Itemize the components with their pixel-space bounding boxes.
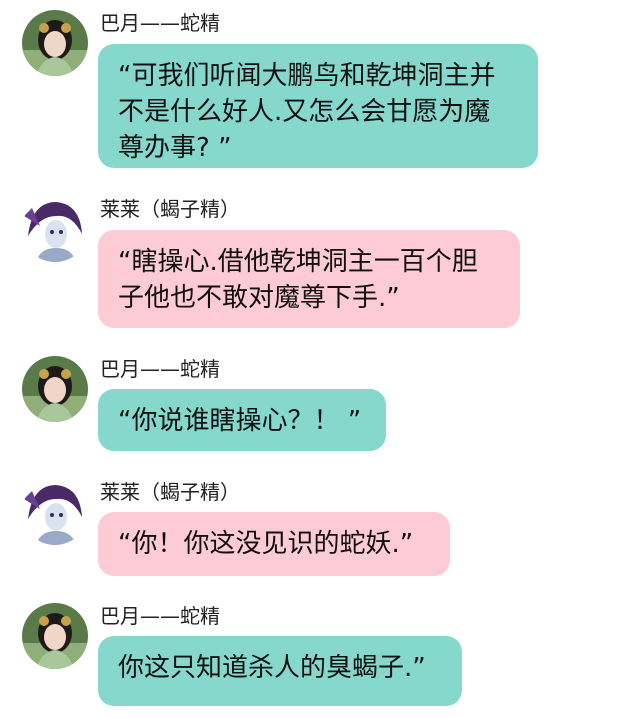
message-line: 不是什么好人.又怎么会甘愿为魔 bbox=[118, 97, 491, 127]
message-line: “可我们听闻大鹏鸟和乾坤洞主并 bbox=[118, 61, 496, 91]
message-line: “你说谁瞎操心？！ ” bbox=[118, 406, 362, 436]
female-character-avatar-icon[interactable] bbox=[22, 603, 88, 669]
message-bubble[interactable]: “可我们听闻大鹏鸟和乾坤洞主并 不是什么好人.又怎么会甘愿为魔 尊办事? ” bbox=[98, 44, 538, 168]
sender-name: 莱莱（蝎子精） bbox=[100, 197, 240, 221]
message-line: “你！你这没见识的蛇妖.” bbox=[118, 529, 414, 559]
message-line: 你这只知道杀人的臭蝎子.” bbox=[118, 653, 426, 683]
sender-name: 巴月——蛇精 bbox=[100, 604, 220, 628]
message-bubble[interactable]: “你！你这没见识的蛇妖.” bbox=[98, 512, 450, 576]
message-line: “瞎操心.借他乾坤洞主一百个胆 bbox=[118, 247, 478, 277]
sender-name: 巴月——蛇精 bbox=[100, 357, 220, 381]
female-character-avatar-icon[interactable] bbox=[22, 10, 88, 76]
purple-hair-character-avatar-icon[interactable] bbox=[22, 196, 88, 262]
purple-hair-character-avatar-icon[interactable] bbox=[22, 479, 88, 545]
message-bubble[interactable]: “瞎操心.借他乾坤洞主一百个胆 子他也不敢对魔尊下手.” bbox=[98, 230, 520, 328]
sender-name: 巴月——蛇精 bbox=[100, 11, 220, 35]
message-bubble[interactable]: “你说谁瞎操心？！ ” bbox=[98, 389, 386, 451]
message-line: 尊办事? ” bbox=[118, 133, 232, 163]
sender-name: 莱莱（蝎子精） bbox=[100, 480, 240, 504]
female-character-avatar-icon[interactable] bbox=[22, 356, 88, 422]
message-line: 子他也不敢对魔尊下手.” bbox=[118, 283, 400, 313]
message-bubble[interactable]: 你这只知道杀人的臭蝎子.” bbox=[98, 636, 462, 706]
